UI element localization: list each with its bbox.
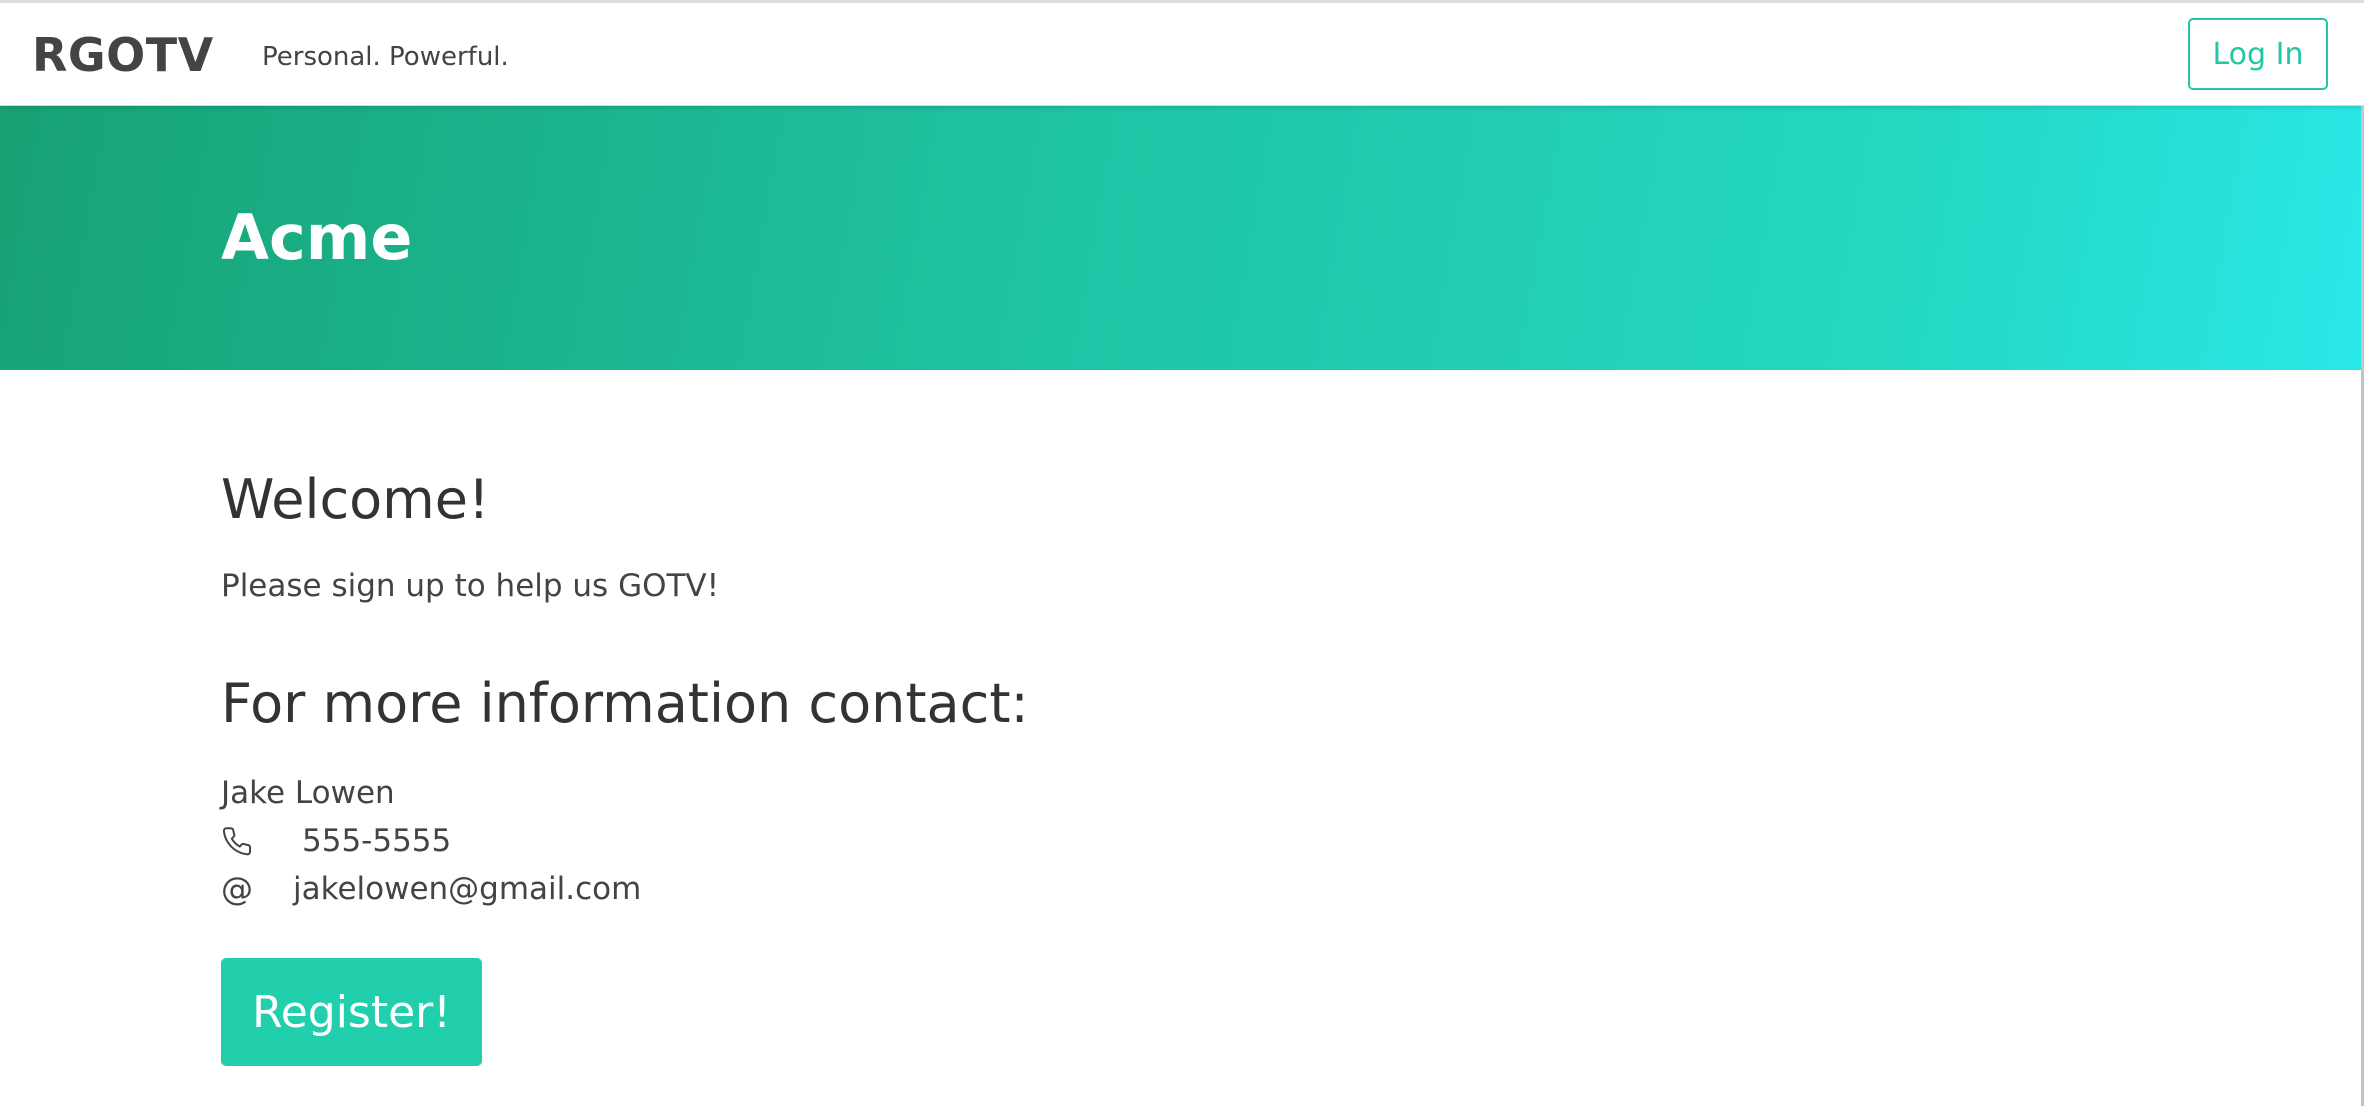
at-sign-icon: @ — [221, 870, 253, 908]
register-button[interactable]: Register! — [221, 958, 482, 1066]
login-button[interactable]: Log In — [2188, 18, 2328, 90]
contact-heading: For more information contact: — [221, 672, 1029, 735]
phone-icon — [221, 823, 257, 859]
brand-logo[interactable]: RGOTV — [32, 29, 214, 81]
contact-name: Jake Lowen — [221, 775, 395, 811]
hero-banner: Acme — [0, 106, 2364, 370]
intro-text: Please sign up to help us GOTV! — [221, 568, 720, 604]
contact-phone[interactable]: 555-5555 — [302, 821, 451, 861]
contact-email[interactable]: jakelowen@gmail.com — [293, 869, 641, 909]
welcome-heading: Welcome! — [221, 468, 490, 531]
organization-title: Acme — [221, 201, 413, 274]
top-navbar: RGOTV Personal. Powerful. Log In — [0, 0, 2364, 106]
brand-tagline: Personal. Powerful. — [262, 42, 509, 72]
